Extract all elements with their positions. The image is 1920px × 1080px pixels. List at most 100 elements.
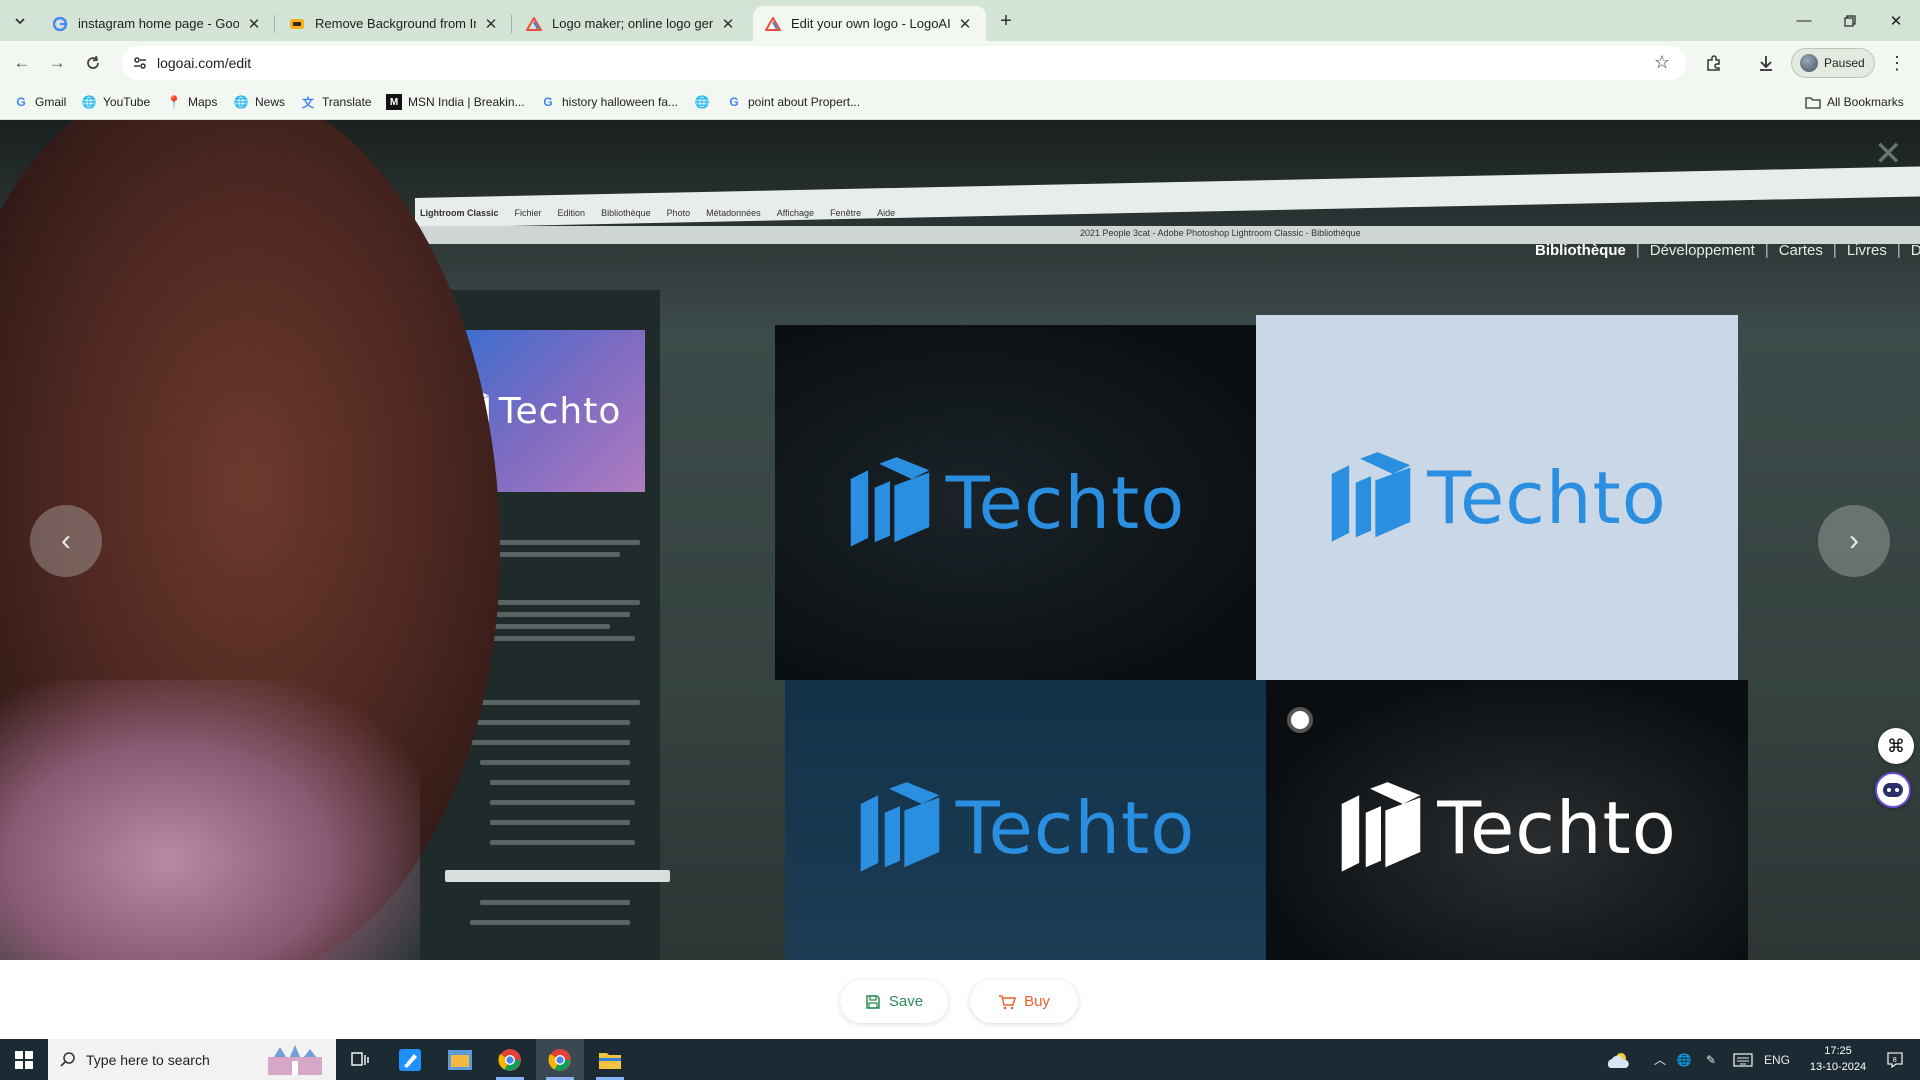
translate-icon: 文 <box>301 95 314 110</box>
next-slide-button[interactable]: › <box>1818 505 1890 577</box>
logoai-icon <box>526 16 542 32</box>
touch-keyboard-button[interactable] <box>1730 1039 1756 1080</box>
taskbar-app-paint[interactable] <box>386 1039 434 1080</box>
network-button[interactable]: 🌐 <box>1673 1039 1695 1080</box>
all-bookmarks-button[interactable]: All Bookmarks <box>1805 92 1904 112</box>
profile-button[interactable]: Paused <box>1791 48 1875 78</box>
module-separator: | <box>1896 242 1901 259</box>
bookmark-star-icon[interactable]: ☆ <box>1654 52 1670 73</box>
new-tab-button[interactable]: + <box>993 9 1019 33</box>
brand-mark-icon <box>1331 451 1411 542</box>
shortcuts-button[interactable]: ⌘ <box>1878 728 1914 764</box>
cart-icon <box>998 994 1017 1010</box>
app-menu-item: Bibliothèque <box>601 208 651 218</box>
panel-row <box>480 900 630 905</box>
bookmark-label: All Bookmarks <box>1827 95 1904 109</box>
chrome-icon <box>548 1048 571 1071</box>
globe-icon: 🌐 <box>694 95 710 109</box>
bookmark-point-about[interactable]: G point about Propert... <box>726 92 860 112</box>
extensions-button[interactable] <box>1701 50 1727 76</box>
app-menu-item: Affichage <box>776 208 815 218</box>
bookmark-youtube[interactable]: 🌐 YouTube <box>81 92 151 112</box>
clock[interactable]: 17:25 13-10-2024 <box>1798 1043 1878 1075</box>
back-arrow-icon: ← <box>13 53 31 72</box>
reload-button[interactable] <box>79 49 107 77</box>
show-hidden-icons-button[interactable]: ︿ <box>1650 1039 1670 1080</box>
taskbar-app-file-explorer[interactable] <box>586 1039 634 1080</box>
logo-panel-light: Techto <box>1256 315 1738 680</box>
globe-icon: 🌐 <box>233 95 249 109</box>
close-tab-icon[interactable]: ✕ <box>482 15 500 33</box>
app-menu-item: Edition <box>557 208 586 218</box>
module-separator: | <box>1635 242 1640 259</box>
restore-button[interactable] <box>1827 0 1873 41</box>
tab-search-button[interactable] <box>8 9 32 33</box>
tab-title: Logo maker; online logo genera <box>552 16 713 31</box>
notification-icon: 8 <box>1887 1051 1903 1068</box>
close-tab-icon[interactable]: ✕ <box>956 15 974 33</box>
tab-strip: instagram home page - Google ✕ Remove Ba… <box>0 0 1920 41</box>
bookmark-label: history halloween fa... <box>562 95 679 109</box>
menu-button[interactable]: ⋮ <box>1884 50 1910 76</box>
folder-icon <box>599 1052 621 1069</box>
taskbar-search[interactable]: Type here to search <box>48 1039 336 1080</box>
taskbar-app-chrome-profile[interactable] <box>536 1039 584 1080</box>
kebab-menu-icon: ⋮ <box>1888 52 1906 73</box>
bookmarks-bar: G Gmail 🌐 YouTube 📍 Maps 🌐 News 文 Transl… <box>0 84 1920 120</box>
module-item: Bibliothèque <box>1535 242 1626 259</box>
tab-instagram[interactable]: instagram home page - Google ✕ <box>40 6 275 41</box>
brand-logo: Techto <box>846 455 1186 551</box>
windows-logo-icon <box>15 1050 33 1069</box>
buy-button[interactable]: Buy <box>970 980 1078 1023</box>
start-button[interactable] <box>0 1039 48 1080</box>
tab-logo-maker[interactable]: Logo maker; online logo genera ✕ <box>514 6 749 41</box>
previous-slide-button[interactable]: ‹ <box>30 505 102 577</box>
close-tab-icon[interactable]: ✕ <box>245 15 263 33</box>
bookmark-gmail[interactable]: G Gmail <box>13 92 66 112</box>
panel-row <box>490 820 630 825</box>
address-text[interactable]: logoai.com/edit <box>157 55 251 71</box>
buy-label: Buy <box>1024 993 1050 1010</box>
site-info-icon[interactable] <box>132 55 148 71</box>
maps-pin-icon: 📍 <box>166 95 182 109</box>
brand-name: Techto <box>498 390 622 432</box>
panel-row <box>460 720 630 725</box>
browser-toolbar: ← → logoai.com/edit ☆ Paused ⋮ <box>0 41 1920 84</box>
tab-remove-background[interactable]: Remove Background from Imag ✕ <box>277 6 512 41</box>
pen-button[interactable]: ✎ <box>1700 1039 1722 1080</box>
close-tab-icon[interactable]: ✕ <box>719 15 737 33</box>
save-button[interactable]: Save <box>840 980 948 1023</box>
address-bar[interactable]: logoai.com/edit ☆ <box>122 46 1686 80</box>
logo-panel-dark: Techto <box>775 325 1256 680</box>
action-bar: Save Buy <box>0 960 1920 1039</box>
back-button[interactable]: ← <box>8 49 36 77</box>
app-menu-item: Fichier <box>514 208 542 218</box>
tab-edit-logo[interactable]: Edit your own logo - LogoAI.co ✕ <box>753 6 986 41</box>
taskbar-app-window[interactable] <box>436 1039 484 1080</box>
bookmark-globe[interactable]: 🌐 <box>694 92 716 112</box>
bookmark-translate[interactable]: 文 Translate <box>300 92 372 112</box>
app-menu-item: Lightroom Classic <box>420 208 499 218</box>
weather-widget[interactable] <box>1600 1039 1636 1080</box>
close-icon: ✕ <box>1889 12 1903 30</box>
window-title: 2021 People 3cat - Adobe Photoshop Light… <box>1080 228 1361 238</box>
chevron-right-icon: › <box>1849 524 1859 557</box>
bookmark-maps[interactable]: 📍 Maps <box>166 92 218 112</box>
taskbar-app-chrome[interactable] <box>486 1039 534 1080</box>
task-view-button[interactable] <box>336 1039 384 1080</box>
close-preview-button[interactable]: ✕ <box>1874 134 1903 174</box>
language-indicator[interactable]: ENG <box>1762 1039 1792 1080</box>
bookmark-msn[interactable]: M MSN India | Breakin... <box>386 92 525 112</box>
clock-time: 17:25 <box>1824 1045 1852 1057</box>
keyboard-icon <box>1733 1052 1753 1067</box>
close-window-button[interactable]: ✕ <box>1873 0 1919 41</box>
downloads-button[interactable] <box>1753 50 1779 76</box>
forward-button[interactable]: → <box>43 49 71 77</box>
bookmark-history-halloween[interactable]: G history halloween fa... <box>540 92 678 112</box>
bookmark-news[interactable]: 🌐 News <box>233 92 286 112</box>
paint-app-icon <box>399 1048 421 1071</box>
mouse-cursor <box>1287 707 1313 733</box>
minimize-button[interactable]: — <box>1781 0 1827 41</box>
notifications-button[interactable]: 8 <box>1880 1039 1910 1080</box>
assistant-button[interactable] <box>1875 772 1911 808</box>
